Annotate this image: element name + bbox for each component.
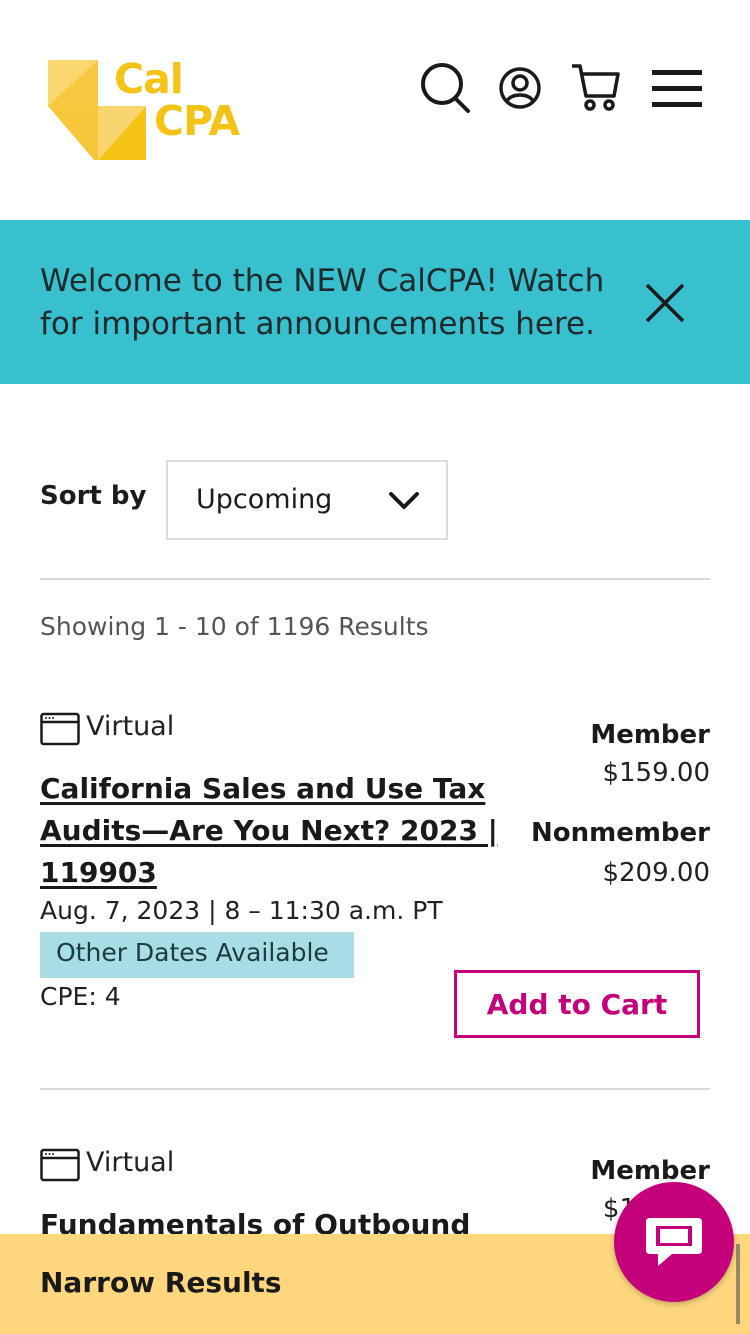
sort-select[interactable]: Upcoming xyxy=(166,460,448,540)
user-account-icon[interactable] xyxy=(494,60,550,116)
browser-window-icon xyxy=(40,712,80,746)
narrow-results-label: Narrow Results xyxy=(40,1266,282,1299)
course-format: Virtual xyxy=(86,1147,175,1178)
logo-wordmark: Cal CPA xyxy=(114,55,240,145)
scrollbar[interactable] xyxy=(736,1244,740,1324)
search-icon[interactable] xyxy=(418,60,474,116)
member-price: $159.00 xyxy=(602,758,710,788)
results-count: Showing 1 - 10 of 1196 Results xyxy=(40,612,429,641)
chat-bubble-icon xyxy=(646,1218,702,1266)
member-price-label: Member xyxy=(590,720,710,750)
announcement-banner: Welcome to the NEW CalCPA! Watch for imp… xyxy=(0,220,750,384)
chat-button[interactable] xyxy=(614,1182,734,1302)
logo-line-1: Cal xyxy=(114,55,184,103)
cart-icon[interactable] xyxy=(568,60,624,116)
course-format: Virtual xyxy=(86,711,175,742)
course-cpe: CPE: 4 xyxy=(40,982,121,1011)
course-title-link[interactable]: California Sales and Use Tax Audits—Are … xyxy=(40,768,510,894)
divider xyxy=(40,1088,710,1090)
hamburger-menu-icon[interactable] xyxy=(650,60,706,116)
announcement-text: Welcome to the NEW CalCPA! Watch for imp… xyxy=(40,263,605,342)
close-icon[interactable] xyxy=(640,278,690,328)
sort-by-label: Sort by xyxy=(40,481,147,511)
logo-line-2: CPA xyxy=(154,97,240,145)
browser-window-icon xyxy=(40,1148,80,1182)
divider xyxy=(40,578,710,580)
chevron-down-icon xyxy=(389,492,419,509)
add-to-cart-button[interactable]: Add to Cart xyxy=(454,970,700,1038)
nonmember-price: $209.00 xyxy=(602,858,710,888)
site-header: Cal CPA xyxy=(0,0,750,220)
nonmember-price-label: Nonmember xyxy=(530,818,710,848)
course-date: Aug. 7, 2023 | 8 – 11:30 a.m. PT xyxy=(40,896,443,925)
member-price-label: Member xyxy=(590,1156,710,1186)
sort-selected-value: Upcoming xyxy=(196,484,333,515)
other-dates-badge[interactable]: Other Dates Available xyxy=(40,932,354,978)
